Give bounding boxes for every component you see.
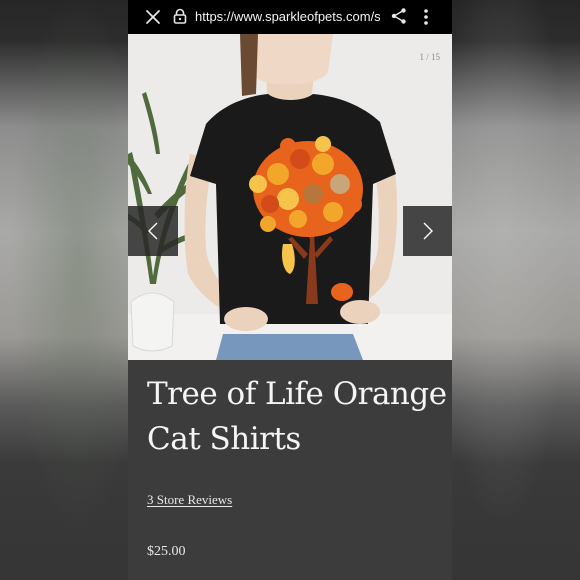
image-counter: 1 / 15 [419,52,440,62]
product-title: Tree of Life Orange Cat Shirts [147,376,447,457]
product-image-gallery[interactable]: 1 / 15 [128,34,452,360]
browser-url-bar: https://www.sparkleofpets.com/s [128,0,452,34]
product-photo [128,34,452,360]
previous-image-button[interactable] [128,206,178,256]
product-info-panel: Tree of Life Orange Cat Shirts 3 Store R… [128,360,452,580]
more-vert-icon[interactable] [423,7,429,27]
share-icon[interactable] [390,7,408,25]
url-field[interactable]: https://www.sparkleofpets.com/s [195,8,380,26]
close-icon[interactable] [144,8,162,26]
product-price: $25.00 [147,544,186,559]
chevron-left-icon [148,222,158,240]
lock-icon[interactable] [173,8,187,24]
chevron-right-icon [423,222,433,240]
phone-screen: https://www.sparkleofpets.com/s 1 / 15 T… [128,0,452,580]
next-image-button[interactable] [403,206,452,256]
store-reviews-link[interactable]: 3 Store Reviews [147,492,232,508]
